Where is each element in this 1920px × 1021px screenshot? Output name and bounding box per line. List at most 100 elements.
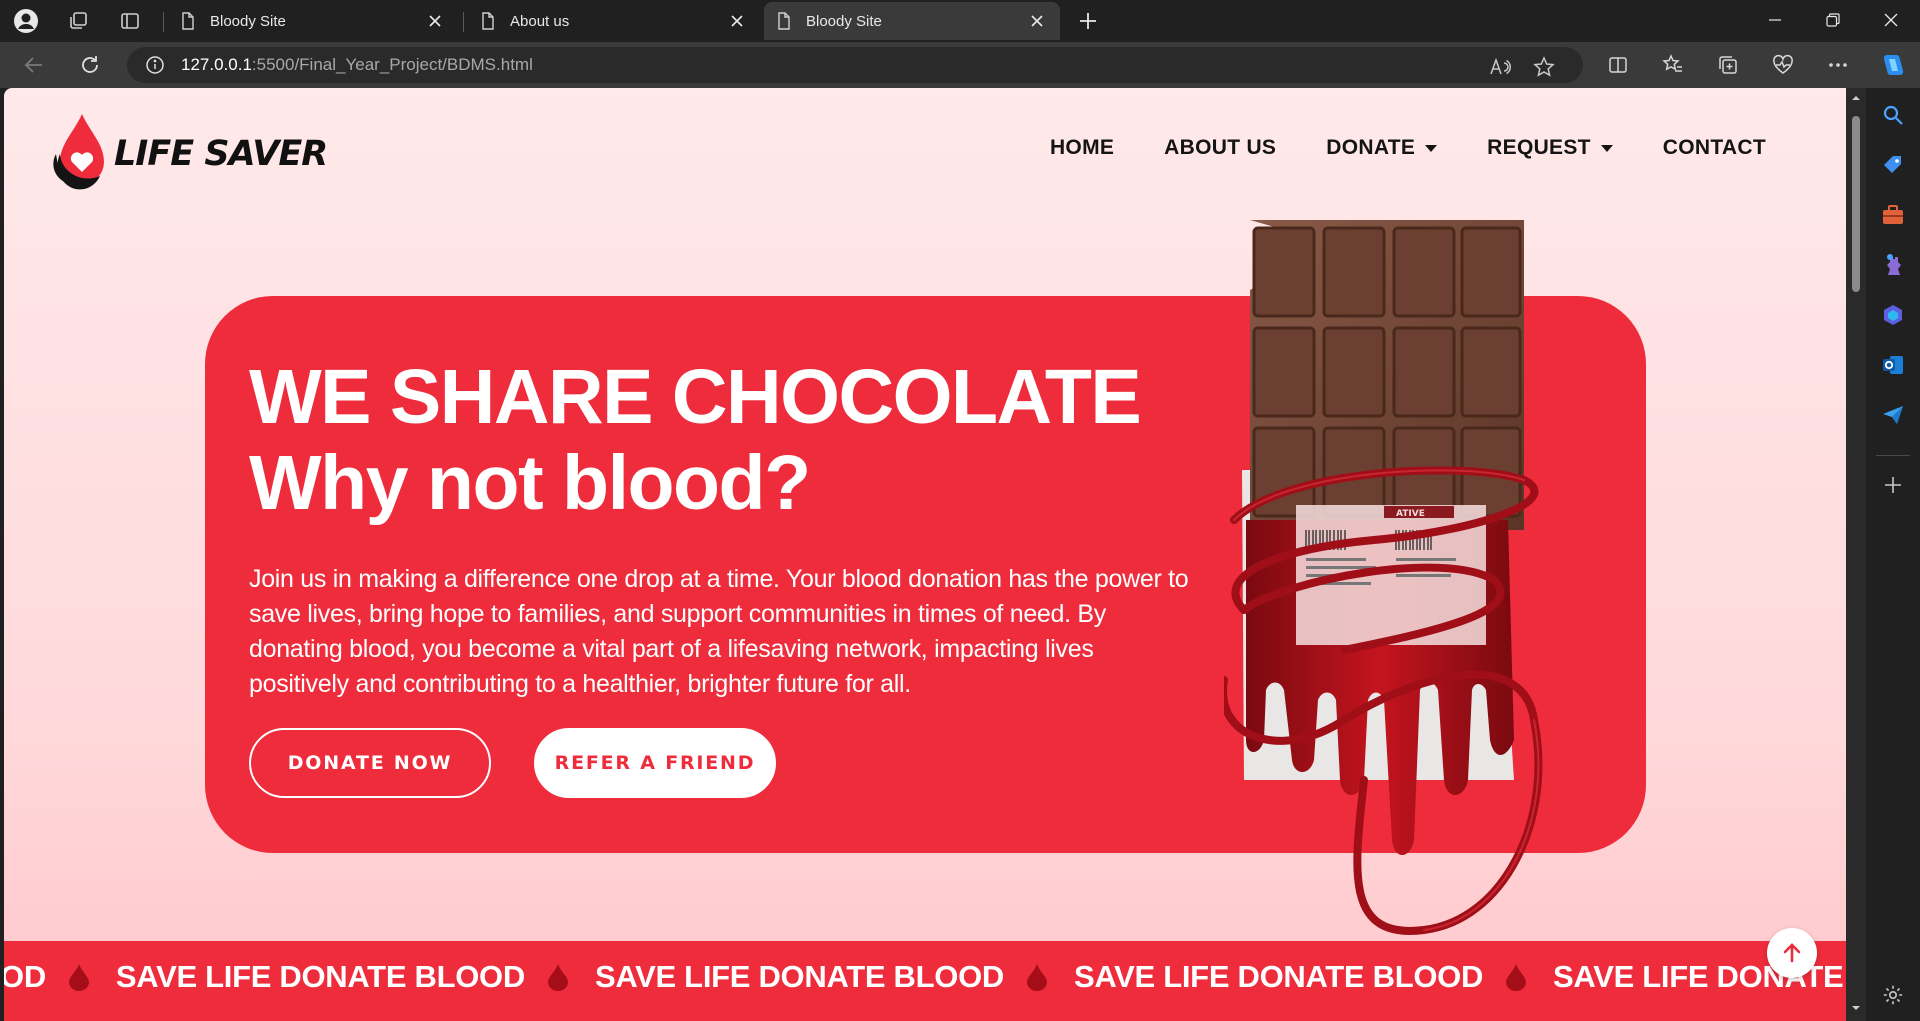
nav-home-label: HOME <box>1049 136 1115 159</box>
site-navigation: HOME ABOUT US DONATE REQUEST CONTACT <box>1050 136 1766 160</box>
web-page: LIFE SAVER HOME ABOUT US DONATE REQUEST … <box>4 88 1846 1021</box>
caret-down-icon <box>1425 144 1438 152</box>
url-host: 127.0.0.1 <box>181 55 252 74</box>
marquee-text: SAVE LIFE DONATE BLOOD <box>115 959 525 994</box>
nav-home[interactable]: HOME <box>1050 136 1114 160</box>
arrow-left-icon <box>24 57 42 73</box>
send-plane-icon[interactable] <box>1878 400 1908 430</box>
minimize-icon <box>1769 19 1781 21</box>
browser-tab-bar: Bloody Site About us Bloody Site <box>0 0 1920 42</box>
marquee-text: SAVE LIFE DONATE BLOOD <box>1074 959 1484 994</box>
favorite-star-icon[interactable] <box>1533 56 1555 78</box>
marquee-banner: OD SAVE LIFE DONATE BLOOD SAVE LIFE DONA… <box>4 941 1846 1021</box>
split-screen-icon <box>1609 57 1627 73</box>
url-bar[interactable]: 127.0.0.1:5500/Final_Year_Project/BDMS.h… <box>127 47 1583 83</box>
nav-request-dropdown[interactable]: REQUEST <box>1487 136 1613 160</box>
heart-pulse-icon <box>1773 54 1793 74</box>
nav-contact[interactable]: CONTACT <box>1663 136 1766 160</box>
sidebar-divider <box>1876 455 1910 456</box>
search-icon[interactable] <box>1878 100 1908 130</box>
settings-more-button[interactable] <box>1822 50 1854 80</box>
hero-title-line1: WE SHARE CHOCOLATE <box>249 354 1142 440</box>
tab-title: Bloody Site <box>806 12 882 30</box>
marquee-item: SAVE LIFE DONATE BLOOD <box>116 959 595 995</box>
site-logo[interactable]: LIFE SAVER <box>46 110 328 190</box>
browser-toolbar: 127.0.0.1:5500/Final_Year_Project/BDMS.h… <box>0 42 1920 88</box>
tab-bloody-site-active[interactable]: Bloody Site <box>764 2 1060 40</box>
profile-icon <box>14 9 38 33</box>
minimize-button[interactable] <box>1746 0 1804 40</box>
tab-separator <box>163 12 164 32</box>
tab-title: Bloody Site <box>210 12 286 30</box>
copilot-icon <box>1883 55 1904 75</box>
restore-button[interactable] <box>1804 0 1862 40</box>
tab-about-us[interactable]: About us <box>468 2 760 40</box>
games-chess-icon[interactable] <box>1878 250 1908 280</box>
close-window-button[interactable] <box>1862 0 1920 40</box>
tab-bloody-site-1[interactable]: Bloody Site <box>168 2 458 40</box>
close-icon[interactable] <box>726 10 748 32</box>
marquee-fragment: OD <box>4 959 46 994</box>
page-scrollbar[interactable] <box>1846 88 1866 1021</box>
edge-sidebar <box>1866 88 1920 1021</box>
nav-donate-dropdown[interactable]: DONATE <box>1326 136 1438 160</box>
more-dots-icon <box>1829 63 1847 67</box>
blood-drop-heart-icon <box>53 114 104 190</box>
vertical-tabs-button[interactable] <box>110 5 150 37</box>
logo-text: LIFE SAVER <box>114 134 328 174</box>
blood-drop-icon <box>68 963 90 991</box>
workspaces-icon <box>70 12 87 29</box>
add-sidebar-app-icon[interactable] <box>1878 470 1908 500</box>
favorites-list-icon <box>1662 54 1682 72</box>
split-screen-button[interactable] <box>1602 50 1634 80</box>
blood-drop-icon <box>547 963 569 991</box>
hero-title-line2: Why not blood? <box>249 440 811 526</box>
marquee-item: SAVE LIFE DONATE BLOOD <box>595 959 1074 995</box>
browser-essentials-button[interactable] <box>1767 50 1799 80</box>
outlook-icon[interactable] <box>1878 350 1908 380</box>
scroll-down-arrow-icon[interactable] <box>1850 1002 1862 1014</box>
chocolate-blood-bag-image: ATIVE <box>1224 220 1543 935</box>
page-icon <box>182 12 194 30</box>
blood-drop-icon <box>1026 963 1048 991</box>
scroll-to-top-button[interactable] <box>1767 928 1817 978</box>
microsoft-365-icon[interactable] <box>1878 300 1908 330</box>
refresh-icon <box>82 56 98 73</box>
workspaces-button[interactable] <box>58 5 98 37</box>
scroll-up-arrow-icon[interactable] <box>1850 92 1862 104</box>
nav-about-us[interactable]: ABOUT US <box>1164 136 1276 160</box>
close-icon <box>1884 13 1898 27</box>
url-text[interactable]: 127.0.0.1:5500/Final_Year_Project/BDMS.h… <box>181 55 533 75</box>
donate-now-button[interactable]: DONATE NOW <box>249 728 491 798</box>
tab-title: About us <box>510 12 570 30</box>
page-icon <box>482 12 494 30</box>
tools-briefcase-icon[interactable] <box>1878 200 1908 230</box>
scroll-thumb[interactable] <box>1852 116 1860 292</box>
tab-actions-icon <box>121 13 139 29</box>
nav-request-label: REQUEST <box>1487 136 1591 159</box>
refresh-button[interactable] <box>72 48 108 82</box>
refer-a-friend-button[interactable]: REFER A FRIEND <box>534 728 776 798</box>
caret-down-icon <box>1600 144 1613 152</box>
hero-description: Join us in making a difference one drop … <box>249 565 1189 698</box>
close-icon[interactable] <box>424 10 446 32</box>
info-icon[interactable] <box>145 55 165 75</box>
hero-title: WE SHARE CHOCOLATE Why not blood? <box>249 354 1142 526</box>
marquee-item: OD <box>4 959 116 995</box>
shopping-tag-icon[interactable] <box>1878 150 1908 180</box>
sidebar-settings-gear-icon[interactable] <box>1878 980 1908 1010</box>
back-button[interactable] <box>16 48 52 82</box>
page-icon <box>778 12 790 30</box>
collections-icon <box>1719 56 1737 74</box>
favorites-button[interactable] <box>1657 50 1689 80</box>
restore-icon <box>1826 13 1840 27</box>
close-icon[interactable] <box>1026 10 1048 32</box>
nav-donate-label: DONATE <box>1326 136 1416 159</box>
profile-button[interactable] <box>6 5 46 37</box>
read-aloud-icon[interactable] <box>1489 56 1511 78</box>
collections-button[interactable] <box>1712 50 1744 80</box>
marquee-text: SAVE LIFE DONATE BLOOD <box>594 959 1004 994</box>
new-tab-button[interactable] <box>1068 5 1108 37</box>
copilot-button[interactable] <box>1877 50 1909 80</box>
arrow-up-icon <box>1783 943 1801 963</box>
